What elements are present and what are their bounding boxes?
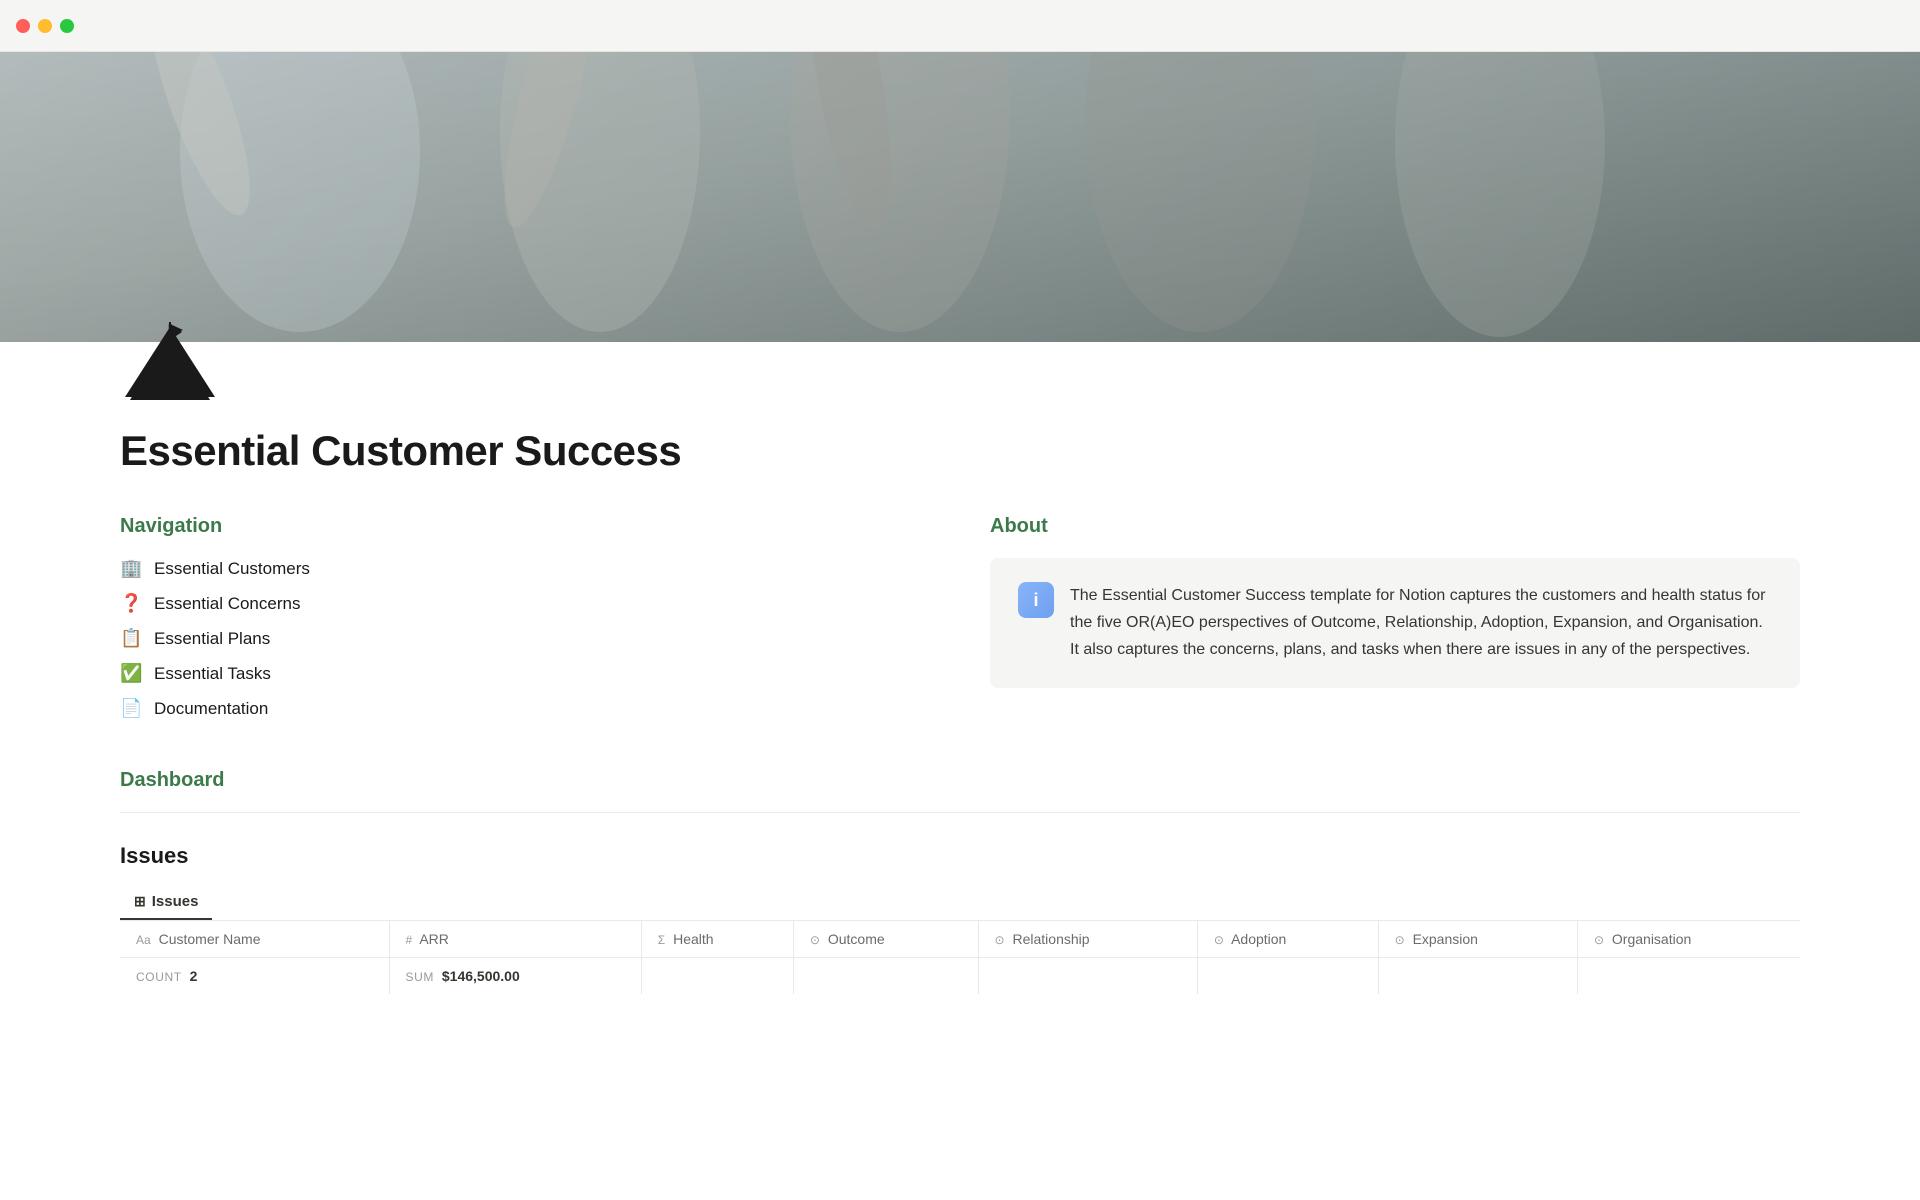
col-label-adoption: Adoption [1231, 931, 1286, 947]
col-arr[interactable]: # ARR [389, 921, 641, 958]
footer-organisation-cell [1577, 958, 1800, 995]
close-button[interactable] [16, 19, 30, 33]
tab-issues-label: Issues [152, 893, 199, 910]
col-type-outcome: ⊙ [810, 933, 820, 947]
col-type-customer: Aa [136, 933, 151, 947]
tab-issues-icon: ⊞ [134, 893, 146, 910]
about-heading: About [990, 515, 1800, 538]
tasks-icon: ✅ [120, 663, 142, 684]
documentation-icon: 📄 [120, 698, 142, 719]
nav-item-documentation[interactable]: 📄 Documentation [120, 698, 930, 719]
customers-icon: 🏢 [120, 558, 142, 579]
tab-issues[interactable]: ⊞ Issues [120, 885, 212, 920]
issues-table: Aa Customer Name # ARR Σ Health [120, 921, 1800, 994]
col-label-organisation: Organisation [1612, 931, 1691, 947]
plans-icon: 📋 [120, 628, 142, 649]
footer-outcome-cell [793, 958, 978, 995]
nav-label-tasks: Essential Tasks [154, 664, 271, 684]
col-relationship[interactable]: ⊙ Relationship [978, 921, 1197, 958]
footer-adoption-cell [1197, 958, 1378, 995]
col-organisation[interactable]: ⊙ Organisation [1577, 921, 1800, 958]
nav-label-customers: Essential Customers [154, 559, 310, 579]
col-adoption[interactable]: ⊙ Adoption [1197, 921, 1378, 958]
logo-section [0, 322, 1920, 407]
count-value: 2 [190, 968, 198, 984]
col-expansion[interactable]: ⊙ Expansion [1378, 921, 1577, 958]
col-label-expansion: Expansion [1413, 931, 1478, 947]
nav-label-plans: Essential Plans [154, 629, 270, 649]
col-type-adoption: ⊙ [1214, 933, 1224, 947]
col-type-expansion: ⊙ [1395, 933, 1405, 947]
about-box: i The Essential Customer Success templat… [990, 558, 1800, 688]
nav-item-customers[interactable]: 🏢 Essential Customers [120, 558, 930, 579]
col-outcome[interactable]: ⊙ Outcome [793, 921, 978, 958]
col-type-relationship: ⊙ [995, 933, 1005, 947]
issues-tabs: ⊞ Issues [120, 885, 1800, 921]
nav-item-tasks[interactable]: ✅ Essential Tasks [120, 663, 930, 684]
navigation-heading: Navigation [120, 515, 930, 538]
footer-relationship-cell [978, 958, 1197, 995]
dashboard-divider [120, 812, 1800, 813]
footer-count-cell: COUNT 2 [120, 958, 389, 995]
maximize-button[interactable] [60, 19, 74, 33]
col-label-outcome: Outcome [828, 931, 885, 947]
col-type-health: Σ [658, 933, 665, 947]
concerns-icon: ❓ [120, 593, 142, 614]
col-label-customer: Customer Name [159, 931, 261, 947]
footer-sum-cell: SUM $146,500.00 [389, 958, 641, 995]
main-content: Essential Customer Success Navigation 🏢 … [0, 0, 1920, 1054]
title-bar [0, 0, 1920, 52]
table-footer-row: COUNT 2 SUM $146,500.00 [120, 958, 1800, 995]
col-label-health: Health [673, 931, 713, 947]
footer-health-cell [641, 958, 793, 995]
issues-container: Issues ⊞ Issues Aa Customer Name [120, 843, 1800, 994]
col-type-arr: # [406, 933, 413, 947]
navigation-section: Navigation 🏢 Essential Customers ❓ Essen… [120, 515, 930, 719]
count-label: COUNT [136, 970, 182, 984]
two-column-layout: Navigation 🏢 Essential Customers ❓ Essen… [0, 515, 1920, 769]
navigation-list: 🏢 Essential Customers ❓ Essential Concer… [120, 558, 930, 719]
dashboard-section: Dashboard Issues ⊞ Issues Aa [0, 769, 1920, 1054]
about-text: The Essential Customer Success template … [1070, 582, 1772, 664]
table-scroll: Aa Customer Name # ARR Σ Health [120, 921, 1800, 994]
info-icon: i [1018, 582, 1054, 618]
col-type-organisation: ⊙ [1594, 933, 1604, 947]
page-title-section: Essential Customer Success [0, 407, 1920, 515]
mountain-icon [120, 322, 220, 402]
sum-label: SUM [406, 970, 434, 984]
about-section: About i The Essential Customer Success t… [990, 515, 1800, 719]
nav-label-concerns: Essential Concerns [154, 594, 300, 614]
sum-value: $146,500.00 [442, 968, 520, 984]
nav-label-documentation: Documentation [154, 699, 268, 719]
nav-item-concerns[interactable]: ❓ Essential Concerns [120, 593, 930, 614]
col-health[interactable]: Σ Health [641, 921, 793, 958]
footer-expansion-cell [1378, 958, 1577, 995]
page-title: Essential Customer Success [120, 427, 1800, 475]
hero-image [0, 52, 1920, 342]
col-customer-name[interactable]: Aa Customer Name [120, 921, 389, 958]
col-label-arr: ARR [419, 931, 449, 947]
issues-title: Issues [120, 843, 1800, 869]
dashboard-heading: Dashboard [120, 769, 1800, 792]
col-label-relationship: Relationship [1013, 931, 1090, 947]
nav-item-plans[interactable]: 📋 Essential Plans [120, 628, 930, 649]
table-header-row: Aa Customer Name # ARR Σ Health [120, 921, 1800, 958]
minimize-button[interactable] [38, 19, 52, 33]
